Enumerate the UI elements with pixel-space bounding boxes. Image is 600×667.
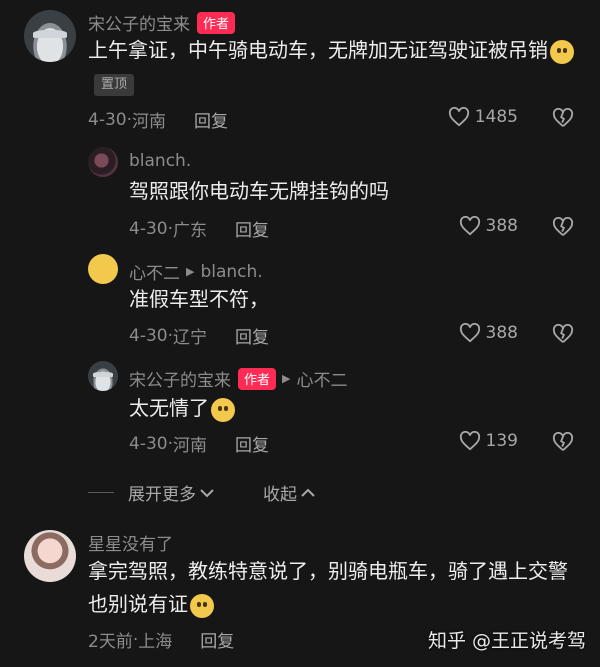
- laughing-emoji-icon: [190, 593, 214, 618]
- comment-text: 驾照跟你电动车无牌挂钩的吗: [129, 179, 389, 203]
- like-button[interactable]: 139: [459, 431, 518, 451]
- broken-heart-icon[interactable]: [552, 108, 574, 128]
- emoji-icon: [550, 39, 574, 64]
- reply-button[interactable]: 回复: [235, 431, 269, 456]
- collapse-button[interactable]: 收起: [263, 480, 316, 505]
- comment-date: 4-30: [129, 433, 168, 454]
- comment-author-row: 宋公子的宝来 作者: [88, 10, 236, 35]
- broken-heart-icon[interactable]: [552, 217, 574, 237]
- heart-icon: [459, 323, 480, 343]
- like-count: 1485: [474, 107, 518, 127]
- like-button[interactable]: 388: [459, 216, 518, 236]
- comment-author-row: 星星没有了: [88, 530, 173, 555]
- like-count: 388: [485, 323, 518, 343]
- comment-author[interactable]: 宋公子的宝来: [129, 366, 231, 391]
- comment-author[interactable]: 宋公子的宝来: [88, 10, 190, 35]
- avatar[interactable]: [24, 530, 76, 582]
- reply-button[interactable]: 回复: [194, 107, 228, 132]
- reply-button[interactable]: 回复: [235, 216, 269, 241]
- pinned-badge: 置顶: [94, 73, 135, 96]
- comment-text: 准假车型不符，: [129, 287, 269, 311]
- comment-location: 上海: [138, 632, 173, 652]
- like-count: 139: [485, 431, 518, 451]
- comment-meta: 4-30 · 河南 回复: [88, 107, 228, 133]
- watermark: 知乎 @王正说考驾: [427, 630, 586, 652]
- triangle-right-icon: ▶: [186, 265, 195, 278]
- comment-location: 广东: [173, 221, 207, 241]
- comment-author[interactable]: 星星没有了: [88, 530, 173, 555]
- avatar[interactable]: [24, 10, 76, 62]
- triangle-right-icon: ▶: [282, 372, 291, 385]
- divider: [88, 492, 114, 493]
- avatar[interactable]: [88, 147, 118, 177]
- heart-icon: [459, 216, 480, 236]
- broken-heart-icon[interactable]: [552, 324, 574, 344]
- reply-button[interactable]: 回复: [235, 323, 269, 348]
- reply-button[interactable]: 回复: [200, 627, 234, 652]
- like-button[interactable]: 1485: [448, 107, 518, 127]
- author-badge: 作者: [197, 11, 236, 34]
- expand-more-button[interactable]: 展开更多: [128, 480, 215, 505]
- comment-location: 河南: [173, 436, 207, 456]
- comment-date: 4-30: [129, 325, 168, 346]
- comment-location: 河南: [132, 112, 166, 132]
- reply-to-author[interactable]: 心不二: [296, 366, 347, 391]
- collapse-label: 收起: [263, 485, 297, 505]
- like-count: 388: [485, 216, 518, 236]
- comment-author-row: 心不二 ▶ blanch.: [129, 259, 263, 285]
- comment-meta: 4-30 · 河南 回复: [129, 431, 269, 457]
- comment-date: 4-30: [88, 109, 127, 130]
- comment-text: 拿完驾照，教练特意说了，别骑电瓶车，骑了遇上交警也别说有证: [88, 555, 578, 621]
- comment-meta: 4-30 · 辽宁 回复: [129, 323, 269, 349]
- broken-heart-icon[interactable]: [552, 432, 574, 452]
- emoji-icon: [211, 397, 235, 422]
- heart-icon: [459, 431, 480, 451]
- comment-date: 2天前: [88, 632, 133, 652]
- comment-text: 上午拿证，中午骑电动车，无牌加无证驾驶证被吊销置顶: [88, 34, 578, 100]
- heart-icon: [448, 107, 469, 127]
- comment-date: 4-30: [129, 218, 168, 239]
- comment-meta: 2天前 · 上海 回复: [88, 627, 234, 653]
- chevron-up-icon: [301, 488, 315, 497]
- comment-body: 太无情了: [129, 396, 209, 420]
- avatar[interactable]: [88, 361, 118, 391]
- comment-meta: 4-30 · 广东 回复: [129, 216, 269, 242]
- thread-controls: 展开更多 收起: [88, 480, 316, 505]
- comment-body: 上午拿证，中午骑电动车，无牌加无证驾驶证被吊销: [88, 38, 548, 62]
- comment-author[interactable]: blanch.: [129, 151, 191, 171]
- avatar[interactable]: [88, 254, 118, 284]
- comment-author-row: 宋公子的宝来 作者 ▶ 心不二: [129, 366, 347, 391]
- comment-author[interactable]: 心不二: [129, 259, 180, 284]
- expand-label: 展开更多: [128, 485, 196, 505]
- comment-location: 辽宁: [173, 328, 207, 348]
- comment-body: 拿完驾照，教练特意说了，别骑电瓶车，骑了遇上交警也别说有证: [88, 559, 568, 616]
- author-badge: 作者: [238, 367, 277, 390]
- chevron-down-icon: [200, 488, 214, 497]
- comment-author-row: blanch.: [129, 151, 191, 171]
- like-button[interactable]: 388: [459, 323, 518, 343]
- reply-to-author[interactable]: blanch.: [200, 262, 262, 282]
- comment-text: 太无情了: [129, 392, 235, 425]
